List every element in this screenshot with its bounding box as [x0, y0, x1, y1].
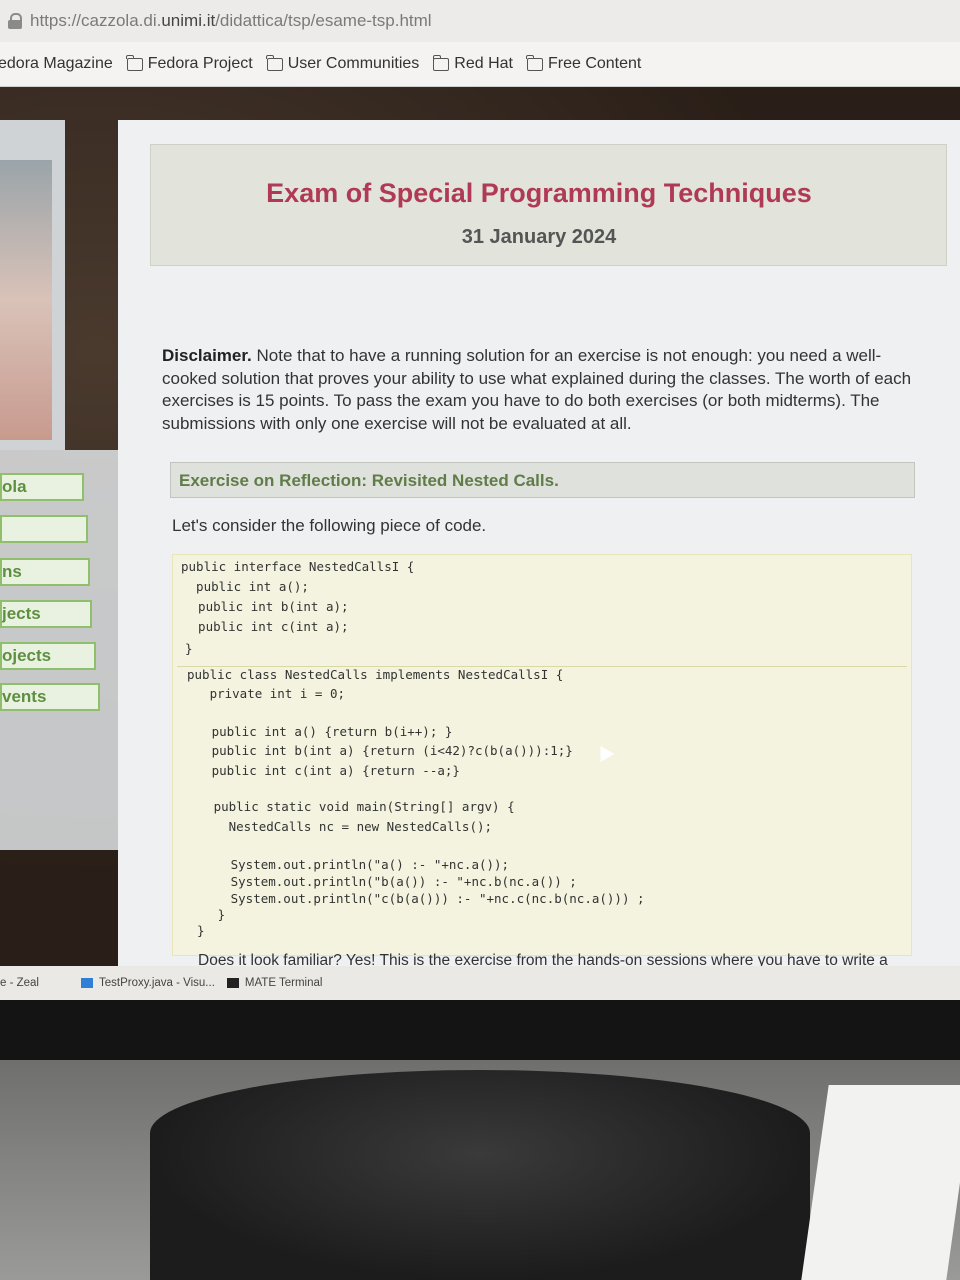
monitor-screen: https://cazzola.di. unimi.it/didattica/ts…: [0, 0, 960, 1000]
code-line: public int b(int a);: [183, 599, 349, 614]
sidebar-item-2[interactable]: [0, 515, 88, 543]
taskbar-label: TestProxy.java - Visu...: [99, 977, 215, 989]
bookmark-fedora-project[interactable]: Fedora Project: [126, 54, 253, 73]
code-line: public int c(int a) {return --a;}: [189, 763, 460, 778]
code-line: public class NestedCalls implements Nest…: [187, 667, 564, 682]
sidebar-item-4[interactable]: jects: [0, 600, 92, 628]
exam-date: 31 January 2024: [461, 226, 617, 248]
profile-photo: [0, 160, 52, 440]
address-bar[interactable]: https://cazzola.di. unimi.it/didattica/ts…: [0, 0, 960, 42]
code-line: public interface NestedCallsI {: [181, 559, 415, 574]
bookmark-label: Red Hat: [454, 55, 513, 72]
code-line: System.out.println("a() :- "+nc.a());: [193, 857, 510, 872]
code-line: System.out.println("b(a()) :- "+nc.b(nc.…: [193, 874, 577, 889]
exercise-intro: Let's consider the following piece of co…: [172, 516, 487, 535]
code-block: public interface NestedCallsI { public i…: [172, 554, 912, 956]
main-content: Exam of Special Programming Techniques 3…: [118, 120, 960, 969]
sidebar-item-1[interactable]: ola: [0, 473, 84, 501]
taskbar: e - Zeal TestProxy.java - Visu... MATE T…: [0, 966, 960, 1000]
taskbar-label: e - Zeal: [0, 977, 39, 989]
disclaimer: Disclaimer. Note that to have a running …: [162, 345, 932, 435]
sidebar-item-5[interactable]: ojects: [0, 642, 96, 670]
taskbar-item-zeal[interactable]: e - Zeal: [0, 977, 39, 989]
code-line: public int b(int a) {return (i<42)?c(b(a…: [189, 743, 573, 758]
folder-icon: [266, 54, 283, 71]
code-line: public int c(int a);: [183, 619, 349, 634]
folder-icon: [126, 54, 143, 71]
folder-icon: [432, 54, 450, 71]
bookmark-fedora-magazine[interactable]: edora Magazine: [0, 55, 113, 73]
bookmark-red-hat[interactable]: Red Hat: [432, 54, 513, 73]
folder-icon: [526, 54, 543, 71]
bookmark-label: Fedora Project: [147, 55, 253, 72]
bookmark-label: edora Magazine: [0, 55, 113, 72]
bookmark-free-content[interactable]: Free Content: [526, 54, 642, 73]
taskbar-label: MATE Terminal: [244, 977, 323, 989]
code-line: NestedCalls nc = new NestedCalls();: [191, 819, 493, 834]
url-prefix: https://cazzola.di.: [30, 11, 162, 30]
sidebar-item-3[interactable]: ns: [0, 558, 90, 586]
taskbar-item-terminal[interactable]: MATE Terminal: [226, 977, 323, 989]
taskbar-item-vscode[interactable]: TestProxy.java - Visu...: [81, 977, 215, 989]
code-line: public int a() {return b(i++); }: [189, 724, 453, 739]
url-path: /didattica/tsp/esame-tsp.html: [215, 11, 432, 30]
monitor-bezel: [0, 1000, 960, 1060]
paper-stack: [801, 1085, 960, 1280]
bookmark-label: User Communities: [287, 55, 420, 72]
terminal-icon: [226, 978, 239, 988]
bookmark-user-communities[interactable]: User Communities: [266, 54, 420, 73]
code-line: }: [195, 907, 226, 922]
code-line: }: [197, 923, 205, 938]
monitor-stand: [150, 1070, 810, 1280]
vscode-icon: [81, 978, 93, 988]
page-title: Exam of Special Programming Techniques: [266, 178, 812, 208]
code-line: }: [185, 641, 193, 656]
code-line: private int i = 0;: [187, 686, 346, 701]
disclaimer-text: Note that to have a running solution for…: [162, 346, 912, 433]
bookmarks-bar: edora Magazine Fedora Project User Commu…: [0, 42, 960, 87]
url-host: unimi.it: [161, 11, 216, 30]
sidebar-item-6[interactable]: vents: [0, 683, 100, 711]
code-line: public static void main(String[] argv) {: [191, 799, 515, 814]
lock-icon: [8, 13, 22, 29]
code-line: System.out.println("c(b(a())) :- "+nc.c(…: [193, 891, 645, 906]
disclaimer-label: Disclaimer.: [162, 346, 252, 365]
code-line: public int a();: [181, 579, 309, 594]
exercise-heading: Exercise on Reflection: Revisited Nested…: [170, 462, 915, 498]
bookmark-label: Free Content: [547, 55, 642, 72]
